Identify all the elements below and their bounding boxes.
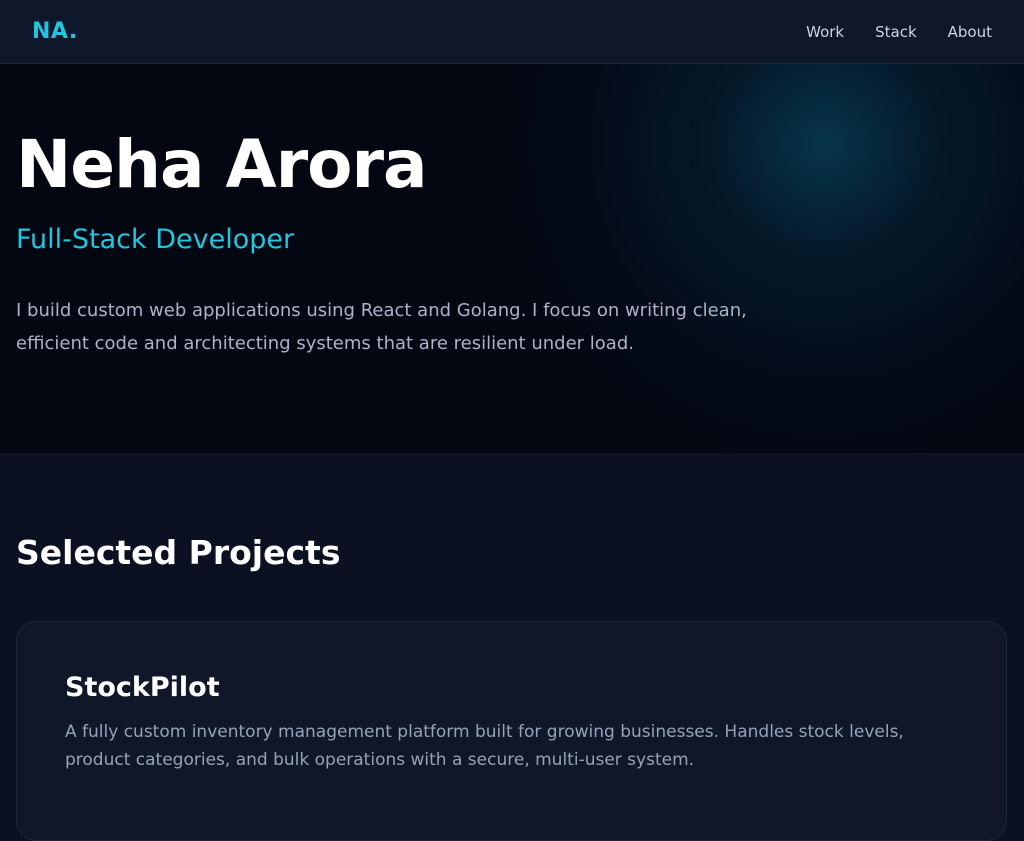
nav-link-stack[interactable]: Stack xyxy=(875,23,917,41)
hero-section: Neha Arora Full-Stack Developer I build … xyxy=(0,64,1024,453)
nav-link-work[interactable]: Work xyxy=(806,23,844,41)
top-navbar: NA. Work Stack About xyxy=(0,0,1024,64)
logo[interactable]: NA. xyxy=(32,19,78,44)
project-name: StockPilot xyxy=(65,672,220,703)
nav-links: Work Stack About xyxy=(806,23,992,41)
hero-role: Full-Stack Developer xyxy=(16,224,295,255)
hero-name: Neha Arora xyxy=(16,126,428,203)
hero-bio: I build custom web applications using Re… xyxy=(16,300,747,354)
nav-link-about[interactable]: About xyxy=(948,23,992,41)
project-description: A fully custom inventory management plat… xyxy=(65,722,904,770)
projects-section-title: Selected Projects xyxy=(16,533,341,572)
project-card-stockpilot[interactable]: StockPilot A fully custom inventory mana… xyxy=(16,621,1007,841)
